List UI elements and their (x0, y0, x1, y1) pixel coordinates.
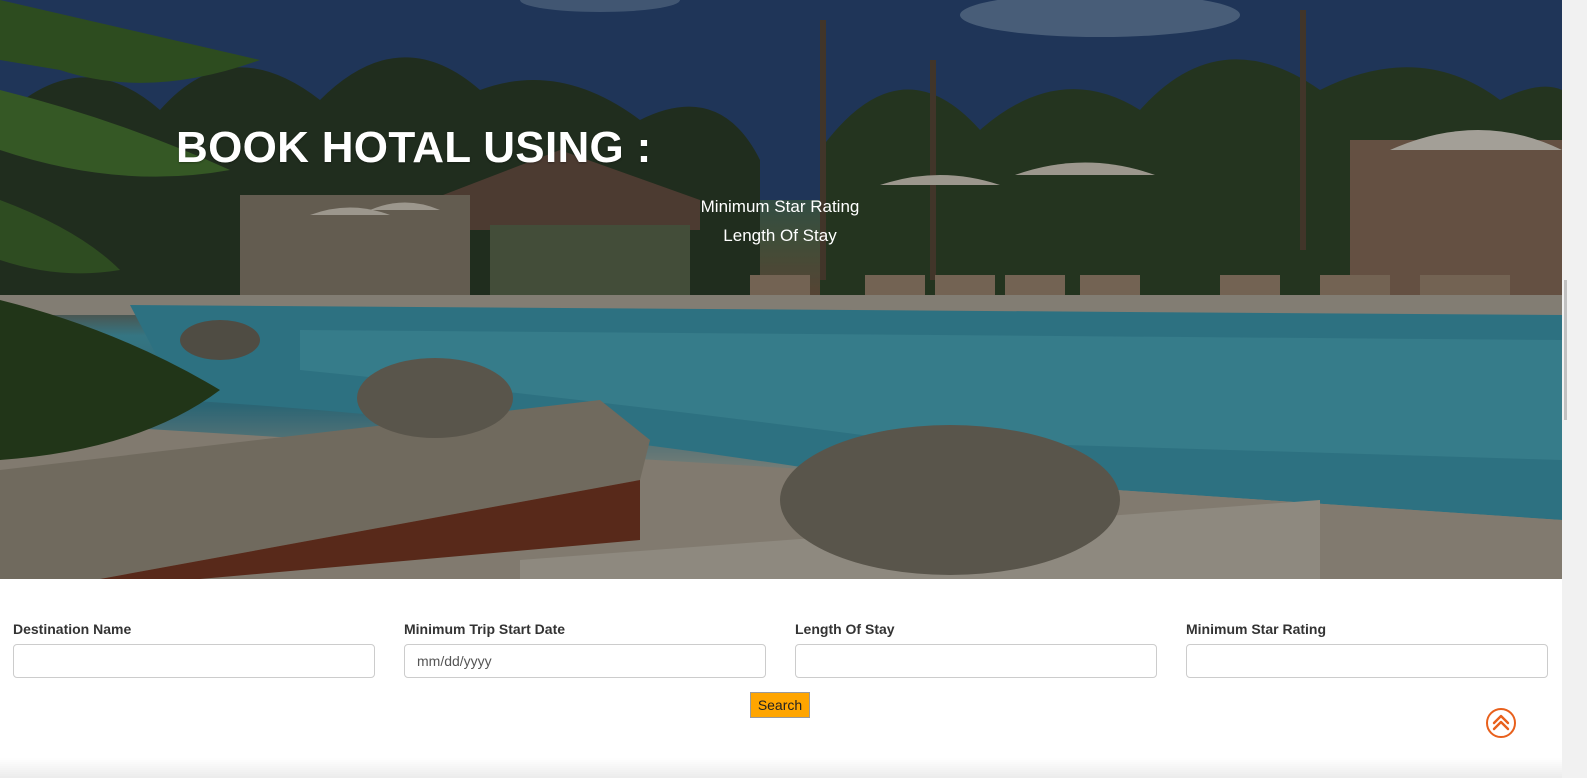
min-star-rating-label: Minimum Star Rating (1186, 621, 1327, 637)
scrollbar-thumb[interactable] (1564, 280, 1567, 420)
length-of-stay-input[interactable] (795, 644, 1157, 678)
trip-start-date-input[interactable] (404, 644, 766, 678)
page-bottom-shadow (0, 758, 1562, 778)
trip-start-date-label: Minimum Trip Start Date (404, 621, 566, 637)
search-button[interactable]: Search (750, 692, 810, 718)
vertical-scrollbar[interactable] (1562, 0, 1587, 778)
page: BOOK HOTAL USING : Minimum Star Rating L… (0, 0, 1587, 778)
min-star-rating-input[interactable] (1186, 644, 1548, 678)
double-chevron-up-icon (1486, 708, 1516, 738)
hero-option-length-of-stay: Length Of Stay (723, 226, 837, 245)
trip-start-date-field: Minimum Trip Start Date (404, 621, 766, 678)
min-star-rating-field: Minimum Star Rating (1186, 621, 1548, 678)
scroll-to-top-button[interactable] (1485, 707, 1517, 739)
search-form: Destination Name Minimum Trip Start Date… (0, 579, 1562, 778)
destination-name-field: Destination Name (13, 621, 375, 678)
length-of-stay-label: Length Of Stay (795, 621, 895, 637)
hero-options-list: Minimum Star Rating Length Of Stay (660, 192, 900, 250)
hero-banner: BOOK HOTAL USING : Minimum Star Rating L… (0, 0, 1562, 579)
hero-title: BOOK HOTAL USING : (176, 123, 652, 172)
destination-name-label: Destination Name (13, 621, 132, 637)
hero-background-image (0, 0, 1562, 579)
destination-name-input[interactable] (13, 644, 375, 678)
hero-option-star-rating: Minimum Star Rating (700, 197, 860, 216)
length-of-stay-field: Length Of Stay (795, 621, 1157, 678)
